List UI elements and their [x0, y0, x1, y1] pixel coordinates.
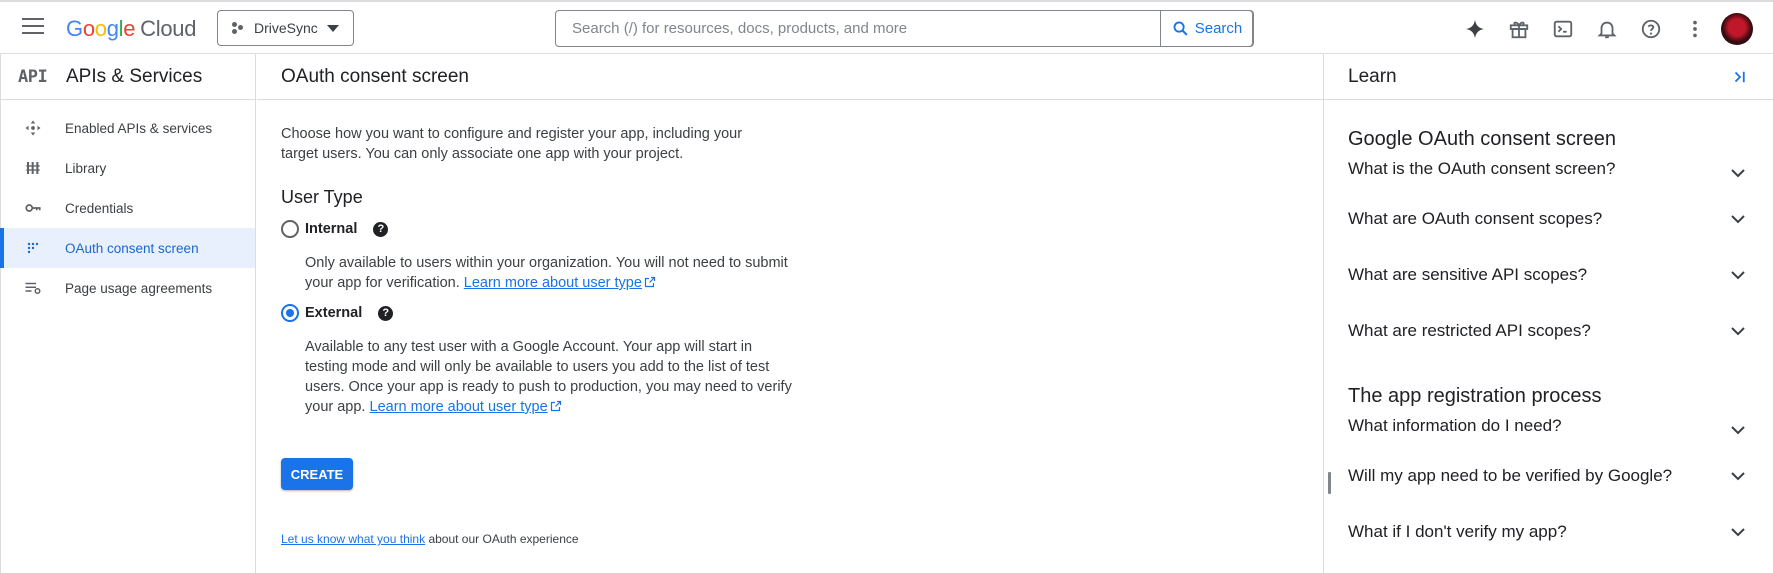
faq-item[interactable]: What are restricted API scopes? [1324, 303, 1773, 359]
faq-item[interactable]: What if I don't verify my app? [1324, 504, 1773, 560]
project-icon [232, 22, 244, 34]
user-type-heading: User Type [281, 187, 363, 207]
link-text: Learn more about user type [369, 399, 548, 415]
sidebar-item-page-usage-agreements[interactable]: Page usage agreements [1, 268, 255, 308]
api-badge-icon: API [18, 66, 48, 87]
search-icon [1173, 21, 1188, 36]
create-button[interactable]: CREATE [281, 458, 353, 490]
faq-item[interactable]: Will my app need to be verified by Googl… [1324, 448, 1773, 504]
chevron-down-icon [1731, 215, 1745, 224]
faq-item[interactable]: What information do I need? [1324, 408, 1773, 448]
sidebar-item-label: Enabled APIs & services [65, 120, 213, 136]
search-input[interactable] [572, 11, 1102, 46]
page-title: OAuth consent screen [257, 54, 1323, 100]
internal-learn-more-link[interactable]: Learn more about user type [464, 275, 656, 291]
library-icon [1, 160, 65, 176]
intro-text: Choose how you want to configure and reg… [281, 126, 743, 162]
faq-question: What are sensitive API scopes? [1348, 265, 1588, 284]
settings-list-icon [1, 279, 65, 297]
search-button-label: Search [1194, 20, 1243, 37]
more-vert-icon[interactable] [1680, 14, 1710, 44]
external-learn-more-link[interactable]: Learn more about user type [370, 399, 562, 415]
faq-item[interactable]: What are sensitive API scopes? [1324, 247, 1773, 303]
learn-title: Learn [1348, 65, 1397, 87]
chevron-down-icon [1731, 426, 1745, 435]
google-cloud-logo[interactable]: Google Cloud [66, 16, 196, 42]
faq-question: What is the OAuth consent screen? [1348, 159, 1616, 178]
main-menu-icon[interactable] [22, 18, 44, 36]
sidebar-header: API APIs & Services [1, 54, 255, 100]
main-content: OAuth consent screen Choose how you want… [257, 54, 1323, 573]
search-button[interactable]: Search [1160, 10, 1254, 47]
feedback-link[interactable]: Let us know what you think [281, 532, 425, 546]
faq-question: Will my app need to be verified by Googl… [1348, 466, 1673, 485]
notifications-bell-icon[interactable] [1592, 14, 1622, 44]
caret-down-icon [327, 25, 339, 32]
faq-question: What if I don't verify my app? [1348, 522, 1567, 541]
main-body: Choose how you want to configure and reg… [257, 124, 1323, 546]
sidebar-item-label: Page usage agreements [65, 280, 213, 296]
sidebar-item-enabled-apis[interactable]: Enabled APIs & services [1, 108, 255, 148]
learn-section-heading: The app registration process [1348, 385, 1602, 407]
link-text: Learn more about user type [463, 275, 642, 291]
chevron-down-icon [1731, 169, 1745, 178]
learn-header: Learn [1324, 54, 1773, 100]
internal-help-icon[interactable]: ? [373, 221, 389, 237]
learn-section-heading: Google OAuth consent screen [1348, 128, 1616, 150]
feedback-line: Let us know what you think about our OAu… [281, 532, 1323, 546]
account-avatar[interactable] [1721, 13, 1753, 45]
move-icon [1, 119, 65, 137]
open-in-new-icon [644, 276, 656, 288]
learn-panel: Learn Google OAuth consent screen What i… [1323, 54, 1773, 573]
chevron-down-icon [1731, 472, 1745, 481]
consent-grid-icon [1, 240, 65, 256]
key-icon [1, 199, 65, 217]
project-name: DriveSync [254, 20, 318, 36]
external-description: Available to any test user with a Google… [305, 337, 795, 417]
chevron-down-icon [1731, 271, 1745, 280]
sidebar-item-label: Library [65, 160, 107, 176]
external-label[interactable]: External [305, 305, 362, 321]
external-help-icon[interactable]: ? [378, 305, 394, 321]
internal-radio[interactable] [281, 220, 299, 238]
top-bar: Google Cloud DriveSync Search [0, 0, 1773, 54]
sidebar-item-library[interactable]: Library [1, 148, 255, 188]
internal-description: Only available to users within your orga… [305, 253, 795, 293]
help-icon[interactable] [1636, 14, 1666, 44]
gemini-sparkle-icon[interactable] [1460, 14, 1490, 44]
top-actions [1460, 14, 1724, 44]
faq-question: What are OAuth consent scopes? [1348, 209, 1603, 228]
internal-option: Internal ? [281, 218, 1323, 240]
chevron-down-icon [1731, 327, 1745, 336]
internal-label[interactable]: Internal [305, 221, 357, 237]
sidebar-title: APIs & Services [66, 65, 203, 87]
faq-item[interactable]: What are OAuth consent scopes? [1324, 191, 1773, 247]
open-in-new-icon [550, 400, 561, 412]
collapse-panel-icon[interactable] [1731, 68, 1749, 86]
sidebar-item-label: OAuth consent screen [65, 240, 199, 256]
faq-question: What information do I need? [1348, 416, 1562, 435]
sidebar-item-oauth-consent-screen[interactable]: OAuth consent screen [0, 228, 255, 268]
faq-question: What are restricted API scopes? [1348, 321, 1591, 340]
sidebar-list: Enabled APIs & services Library Credenti… [0, 108, 255, 308]
sidebar-item-credentials[interactable]: Credentials [1, 188, 255, 228]
faq-item[interactable]: What is the OAuth consent screen? [1324, 151, 1773, 191]
external-radio[interactable] [281, 304, 299, 322]
cloud-shell-terminal-icon[interactable] [1548, 14, 1578, 44]
project-picker-button[interactable]: DriveSync [217, 10, 354, 46]
external-option: External ? [281, 302, 1323, 324]
feedback-text: about our OAuth experience [428, 532, 579, 546]
left-nav: API APIs & Services Enabled APIs & servi… [0, 54, 256, 573]
chevron-down-icon [1731, 528, 1745, 537]
sidebar-item-label: Credentials [65, 200, 134, 216]
search-box: Search [555, 10, 1254, 47]
gift-icon[interactable] [1504, 14, 1534, 44]
